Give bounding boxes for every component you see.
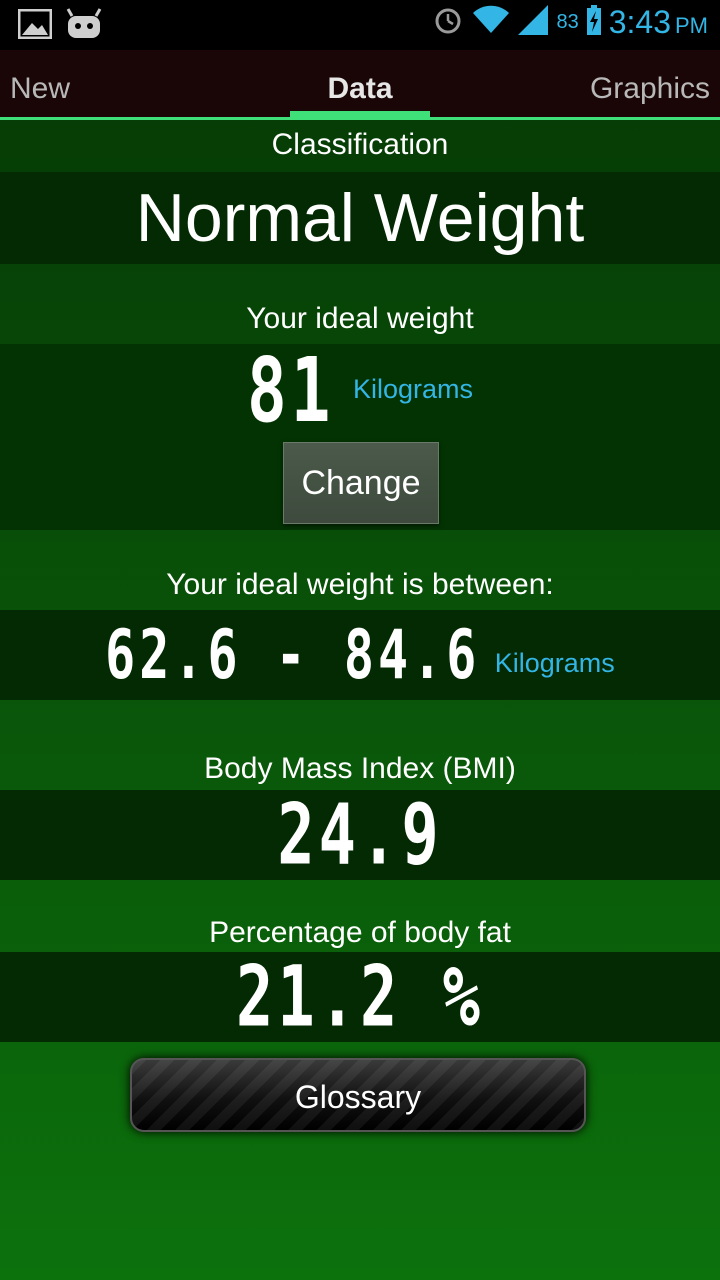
change-button[interactable]: Change	[283, 442, 439, 524]
signal-icon	[518, 5, 549, 40]
ideal-weight-display: 81 Kilograms	[0, 339, 720, 443]
tab-bar: New Data Graphics	[0, 50, 720, 120]
glossary-button[interactable]: Glossary	[130, 1058, 586, 1132]
tab-new[interactable]: New	[10, 50, 70, 117]
clock-ampm: PM	[675, 13, 708, 38]
ideal-weight-label: Your ideal weight	[246, 302, 474, 335]
notification-icons	[17, 8, 102, 45]
battery-icon	[586, 5, 601, 40]
bmi-band: 24.9	[0, 785, 720, 884]
body-fat-value: 21.2 %	[236, 947, 484, 1046]
ideal-weight-unit: Kilograms	[352, 374, 473, 404]
ideal-range-band: 62.6 - 84.6 Kilograms	[0, 610, 720, 700]
ideal-weight-value: 81	[247, 338, 335, 443]
ideal-range-value: 62.6 - 84.6	[105, 615, 481, 695]
bmi-value: 24.9	[277, 785, 443, 884]
system-icons: 83 3:43 PM	[432, 4, 708, 41]
body-fat-band: 21.2 %	[0, 947, 720, 1046]
tab-data[interactable]: Data	[290, 50, 430, 117]
battery-percent: 83	[556, 11, 579, 33]
classification-label: Classification	[271, 128, 449, 161]
data-panel: Classification Normal Weight Your ideal …	[0, 120, 720, 1280]
ideal-range-unit: Kilograms	[494, 648, 615, 678]
alarm-icon	[432, 4, 464, 41]
clock-time: 3:43	[608, 4, 671, 40]
wifi-icon	[472, 5, 510, 40]
clock: 3:43 PM	[609, 4, 708, 41]
classification-value: Normal Weight	[135, 180, 585, 256]
classification-band: Normal Weight	[0, 172, 720, 264]
tab-graphics[interactable]: Graphics	[590, 50, 710, 117]
status-bar: 83 3:43 PM	[0, 0, 720, 50]
image-icon	[17, 8, 53, 44]
cyanogen-icon	[66, 8, 102, 45]
